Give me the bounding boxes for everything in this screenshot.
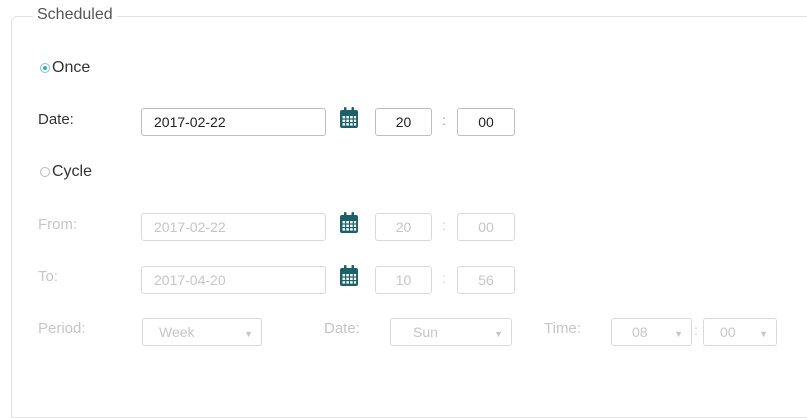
calendar-icon[interactable] xyxy=(339,107,359,129)
minute-input-value: 00 xyxy=(478,114,494,130)
hour-input[interactable]: 20 xyxy=(375,108,432,136)
from-date-input[interactable]: 2017-02-22 xyxy=(141,213,326,241)
chevron-down-icon: ▼ xyxy=(244,329,253,339)
to-hour-value: 10 xyxy=(395,272,412,288)
time-minute-select[interactable]: 00 ▼ xyxy=(703,318,777,346)
to-minute-value: 56 xyxy=(478,272,494,288)
time-separator: : xyxy=(442,112,446,128)
chevron-down-icon: ▼ xyxy=(494,329,503,339)
time-hour-select[interactable]: 08 ▼ xyxy=(611,318,692,346)
from-hour-input[interactable]: 20 xyxy=(375,213,432,241)
to-hour-input[interactable]: 10 xyxy=(375,266,432,294)
time-label: Time: xyxy=(544,320,581,337)
day-label: Date: xyxy=(324,320,360,337)
chevron-down-icon: ▼ xyxy=(674,329,683,339)
calendar-icon[interactable] xyxy=(339,212,359,234)
once-radio-option[interactable]: Once xyxy=(40,59,90,77)
time-hour-value: 08 xyxy=(632,324,648,340)
date-input-value: 2017-02-22 xyxy=(154,114,226,130)
to-date-input[interactable]: 2017-04-20 xyxy=(141,266,326,294)
chevron-down-icon: ▼ xyxy=(759,329,768,339)
period-time-separator: : xyxy=(694,322,698,338)
from-time-separator: : xyxy=(442,217,446,233)
day-select-value: Sun xyxy=(413,324,438,340)
from-date-value: 2017-02-22 xyxy=(154,219,226,235)
to-time-separator: : xyxy=(442,270,446,286)
calendar-icon[interactable] xyxy=(339,265,359,287)
from-minute-value: 00 xyxy=(478,219,494,235)
from-minute-input[interactable]: 00 xyxy=(457,213,515,241)
period-select[interactable]: Week ▼ xyxy=(142,318,262,346)
cycle-radio-option[interactable]: Cycle xyxy=(40,163,92,181)
from-hour-value: 20 xyxy=(395,219,412,235)
day-select[interactable]: Sun ▼ xyxy=(390,318,512,346)
period-select-value: Week xyxy=(159,324,195,340)
from-label: From: xyxy=(38,216,78,233)
once-radio-label: Once xyxy=(52,59,91,76)
hour-input-value: 20 xyxy=(395,114,412,130)
to-date-value: 2017-04-20 xyxy=(154,272,226,288)
to-label: To: xyxy=(38,268,59,285)
cycle-radio-button[interactable] xyxy=(40,167,50,177)
section-title: Scheduled xyxy=(33,6,117,24)
time-minute-value: 00 xyxy=(720,324,736,340)
period-label: Period: xyxy=(38,320,86,337)
minute-input[interactable]: 00 xyxy=(457,108,515,136)
date-input[interactable]: 2017-02-22 xyxy=(141,108,326,136)
once-radio-button[interactable] xyxy=(40,63,50,73)
date-label: Date: xyxy=(38,111,74,128)
cycle-radio-label: Cycle xyxy=(52,163,93,180)
to-minute-input[interactable]: 56 xyxy=(457,266,515,294)
